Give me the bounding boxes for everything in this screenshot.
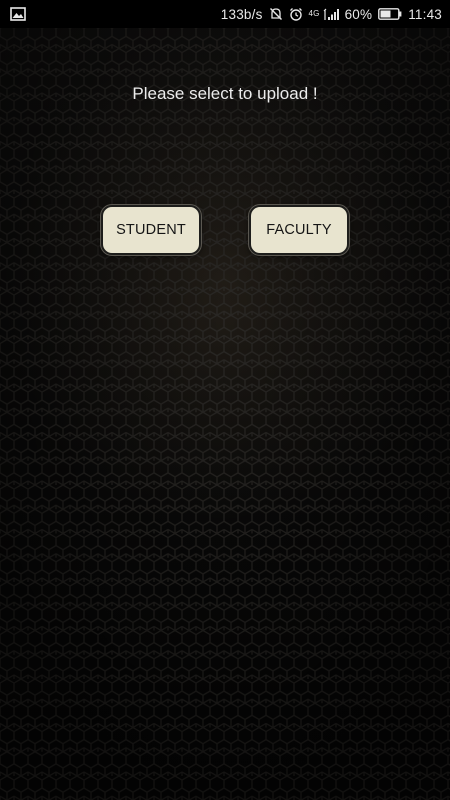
faculty-button[interactable]: FACULTY [249,205,349,255]
status-bar: 133b/s 4G 60% 11:43 [0,0,450,28]
image-notification-icon [10,7,26,21]
alarm-icon [289,7,303,21]
network-speed: 133b/s [220,6,263,22]
battery-percent: 60% [344,6,373,22]
upload-prompt: Please select to upload ! [132,84,318,103]
battery-icon [378,8,402,20]
clock-time: 11:43 [408,6,442,22]
student-button[interactable]: STUDENT [101,205,201,255]
network-type: 4G [308,8,320,18]
mute-icon [269,7,283,21]
app-screen: 133b/s 4G 60% 11:43 Please select to upl… [0,0,450,800]
signal-icon [323,8,339,21]
hexagon-pattern-background [0,0,450,800]
